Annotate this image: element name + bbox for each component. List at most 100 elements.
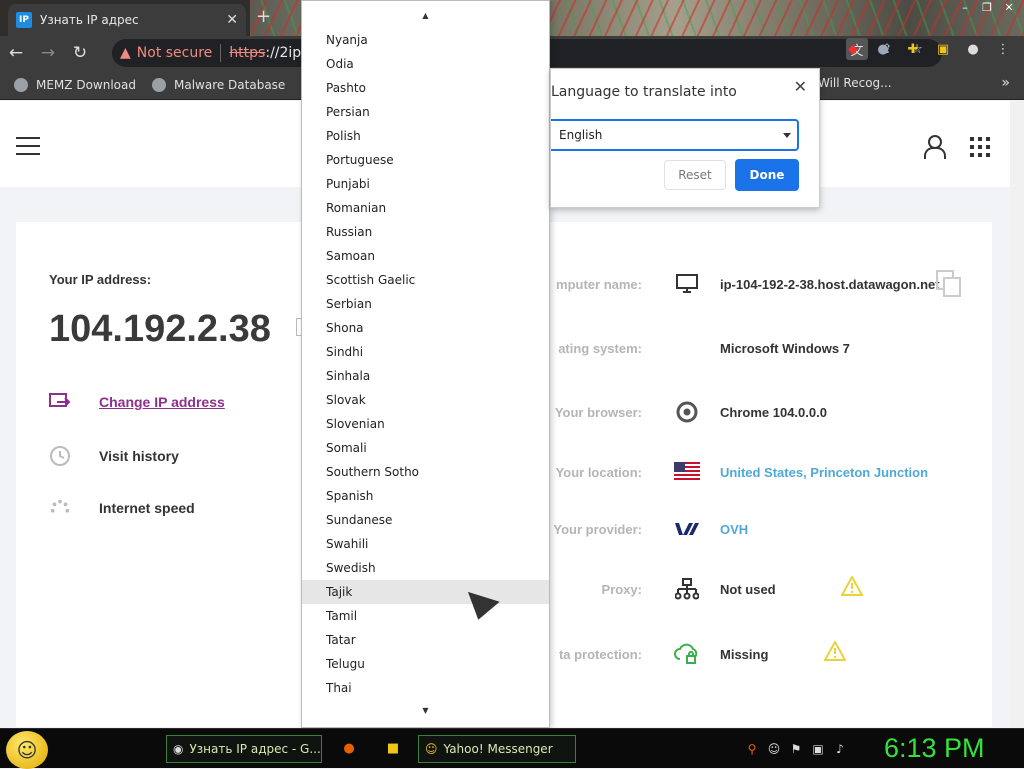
language-option[interactable]: Sindhi (302, 340, 549, 364)
info-value[interactable]: OVH (720, 522, 748, 537)
ip-label: Your IP address: (49, 272, 152, 287)
folder-icon[interactable]: ■ (384, 739, 402, 757)
internet-speed-label: Internet speed (99, 500, 195, 516)
info-value: Missing (720, 646, 769, 662)
language-option[interactable]: Persian (302, 100, 549, 124)
page-scrollbar[interactable] (1010, 100, 1024, 728)
done-button[interactable]: Done (735, 159, 799, 191)
hamburger-menu-icon[interactable] (16, 137, 40, 155)
profile-icon[interactable]: ● (962, 38, 984, 60)
close-icon[interactable]: ✕ (794, 77, 807, 96)
language-option[interactable]: Slovenian (302, 412, 549, 436)
search-icon[interactable]: ⚲ (744, 741, 760, 757)
messenger-tray-icon[interactable]: ☺ (766, 741, 782, 757)
language-option[interactable]: Russian (302, 220, 549, 244)
apps-grid-icon[interactable] (970, 137, 990, 157)
forward-icon[interactable]: → (32, 43, 64, 63)
reload-icon[interactable]: ↻ (64, 43, 96, 63)
copy-hostname-icon[interactable] (936, 270, 962, 298)
firefox-icon[interactable]: ● (340, 739, 358, 757)
language-option[interactable]: Punjabi (302, 172, 549, 196)
taskbar-chrome-button[interactable]: ◉ Узнать IP адрес - G... (166, 735, 322, 763)
language-option[interactable]: Romanian (302, 196, 549, 220)
network-tray-icon[interactable]: ▣ (810, 741, 826, 757)
language-option[interactable]: Swedish (302, 556, 549, 580)
us-flag-icon (674, 461, 700, 483)
info-key: ta protection: (558, 646, 642, 662)
translate-popup-title: Language to translate into (551, 84, 737, 100)
user-account-icon[interactable] (924, 135, 946, 159)
language-option[interactable]: Nyanja (302, 28, 549, 52)
language-option[interactable]: Shona (302, 316, 549, 340)
warning-triangle-icon (841, 576, 863, 596)
language-option[interactable]: Southern Sotho (302, 460, 549, 484)
language-option[interactable]: Sinhala (302, 364, 549, 388)
visit-history-label: Visit history (99, 448, 179, 464)
target-language-select[interactable]: English (551, 119, 799, 151)
language-option[interactable]: Odia (302, 52, 549, 76)
maximize-icon[interactable]: ❐ (976, 0, 998, 16)
info-key: Your location: (555, 464, 642, 480)
bookmark-malware-db[interactable]: Malware Database (151, 77, 285, 92)
language-option[interactable]: Serbian (302, 292, 549, 316)
bookmarks-overflow-icon[interactable]: » (1001, 75, 1010, 91)
flag-icon[interactable]: ⚑ (788, 741, 804, 757)
info-value[interactable]: United States, Princeton Junction (720, 465, 928, 480)
volume-icon[interactable]: ♪ (832, 741, 848, 757)
language-option[interactable]: Samoan (302, 244, 549, 268)
taskbar-yahoo-label: Yahoo! Messenger (443, 742, 553, 756)
bookmark-will-recog[interactable]: Will Recog... (818, 76, 892, 90)
language-option[interactable]: Tatar (302, 628, 549, 652)
scroll-up-arrow-icon[interactable]: ▲ (302, 11, 549, 20)
url-scheme: https (229, 45, 266, 61)
minimize-icon[interactable]: – (954, 0, 976, 16)
bookmark-label: MEMZ Download (36, 77, 136, 92)
language-option[interactable]: Tamil (302, 604, 549, 628)
language-option[interactable]: Swahili (302, 532, 549, 556)
change-ip-link[interactable]: Change IP address (49, 391, 225, 413)
language-option[interactable]: Pashto (302, 76, 549, 100)
puzzle-icon[interactable]: ✚ (902, 38, 924, 60)
language-dropdown-list[interactable]: ▲ ▼ Nyanja Odia Pashto Persian Polish Portugu… (301, 0, 550, 728)
info-key: Your browser: (554, 404, 642, 420)
info-key: Your provider: (553, 521, 642, 537)
language-option[interactable]: Portuguese (302, 148, 549, 172)
visit-history-link[interactable]: Visit history (49, 445, 179, 467)
back-icon[interactable]: ← (0, 43, 32, 63)
extension-flag-icon[interactable]: ● (872, 38, 894, 60)
language-option[interactable]: Thai (302, 676, 549, 700)
ublock-icon[interactable]: ◆ (842, 38, 864, 60)
language-option[interactable]: Spanish (302, 484, 549, 508)
internet-speed-link[interactable]: Internet speed (49, 497, 195, 519)
language-option[interactable]: Sundanese (302, 508, 549, 532)
selected-language: English (559, 128, 603, 142)
scroll-down-arrow-icon[interactable]: ▼ (302, 706, 549, 715)
language-option[interactable]: Telugu (302, 652, 549, 676)
monitor-icon (674, 273, 700, 295)
tab-close-icon[interactable]: ✕ (226, 12, 238, 28)
taskbar-yahoo-button[interactable]: ☺ Yahoo! Messenger (418, 735, 576, 763)
change-ip-icon (49, 391, 71, 413)
menu-dots-icon[interactable]: ⋮ (992, 38, 1014, 60)
info-key: Proxy: (601, 581, 642, 597)
not-secure-label[interactable]: Not secure (137, 45, 213, 61)
language-option[interactable]: Polish (302, 124, 549, 148)
reset-button[interactable]: Reset (664, 160, 726, 190)
info-row-os: ating system: Microsoft Windows 7 (550, 336, 1010, 360)
tab-title: Узнать IP адрес (40, 13, 139, 27)
language-option[interactable]: Tajik (302, 580, 549, 604)
bookmark-memz[interactable]: MEMZ Download (14, 77, 136, 92)
new-tab-icon[interactable]: + (256, 6, 271, 27)
info-key: mputer name: (556, 276, 642, 292)
close-window-icon[interactable]: ✕ (998, 0, 1020, 16)
cloud-lock-icon (674, 643, 700, 665)
start-smiley-icon[interactable]: ☺ (6, 731, 48, 769)
language-option[interactable]: Somali (302, 436, 549, 460)
language-option[interactable]: Slovak (302, 388, 549, 412)
browser-tab[interactable]: IP Узнать IP адрес ✕ (8, 4, 246, 36)
sidebar-icon[interactable]: ▣ (932, 38, 954, 60)
language-option[interactable]: Scottish Gaelic (302, 268, 549, 292)
globe-icon (151, 77, 166, 92)
extension-icons: ◆ ● ✚ ▣ ● ⋮ (842, 38, 1014, 60)
speed-icon (49, 497, 71, 519)
